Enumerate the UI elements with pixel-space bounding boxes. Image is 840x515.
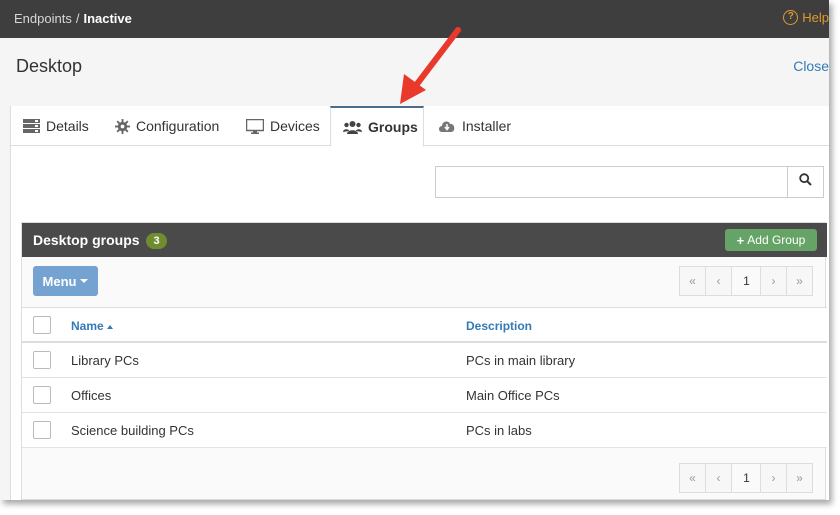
tab-panel: Details Configuration Devices Groups Ins… <box>10 106 829 500</box>
next-page-button[interactable]: › <box>760 463 787 493</box>
menu-button[interactable]: Menu <box>33 266 98 296</box>
tab-details[interactable]: Details <box>11 106 101 146</box>
tab-bar: Details Configuration Devices Groups Ins… <box>11 106 829 147</box>
search-field[interactable] <box>436 167 787 197</box>
groups-panel: Desktop groups 3 + Add Group Menu « ‹ 1 … <box>21 222 827 500</box>
group-name: Science building PCs <box>71 423 194 438</box>
group-description: PCs in labs <box>466 423 532 438</box>
add-group-button[interactable]: + Add Group <box>725 229 817 251</box>
tab-label: Groups <box>368 119 418 135</box>
first-page-button[interactable]: « <box>679 463 706 493</box>
server-icon <box>23 119 40 133</box>
select-all-checkbox[interactable] <box>33 316 51 334</box>
pagination-top: « ‹ 1 › » <box>679 266 813 296</box>
name-column-header[interactable]: Name <box>71 319 113 333</box>
first-page-button[interactable]: « <box>679 266 706 296</box>
row-checkbox[interactable] <box>33 386 51 404</box>
help-label: Help <box>802 10 829 25</box>
row-checkbox[interactable] <box>33 351 51 369</box>
prev-page-button[interactable]: ‹ <box>705 266 732 296</box>
tab-label: Details <box>46 118 89 134</box>
page-number[interactable]: 1 <box>732 463 761 493</box>
tab-groups[interactable]: Groups <box>330 106 424 147</box>
groups-title: Desktop groups <box>33 232 140 248</box>
name-header-label: Name <box>71 319 104 333</box>
tab-label: Configuration <box>136 118 220 134</box>
row-checkbox[interactable] <box>33 421 51 439</box>
cloud-download-icon <box>438 119 456 133</box>
sort-asc-icon <box>106 324 113 329</box>
gear-icon <box>115 118 130 134</box>
next-page-button[interactable]: › <box>760 266 787 296</box>
last-page-button[interactable]: » <box>786 463 813 493</box>
table-header: Name Description <box>22 307 827 343</box>
table-row[interactable]: Library PCs PCs in main library <box>22 343 827 378</box>
menu-label: Menu <box>42 273 77 289</box>
groups-header: Desktop groups 3 + Add Group <box>22 223 827 257</box>
search-input[interactable] <box>435 166 788 198</box>
tab-devices[interactable]: Devices <box>234 106 332 146</box>
add-group-label: Add Group <box>747 233 806 247</box>
prev-page-button[interactable]: ‹ <box>705 463 732 493</box>
group-description: Main Office PCs <box>466 388 560 403</box>
pagination-bottom: « ‹ 1 › » <box>679 463 813 493</box>
count-badge: 3 <box>146 233 167 249</box>
tab-label: Devices <box>270 118 320 134</box>
search-icon <box>799 173 812 191</box>
caret-down-icon <box>80 279 89 283</box>
groups-table: Name Description Library PCs PCs in main… <box>22 307 827 448</box>
app-window: Endpoints / Inactive ? Help Desktop Close … <box>0 0 829 500</box>
tab-configuration[interactable]: Configuration <box>103 106 231 146</box>
help-link[interactable]: ? Help <box>783 10 829 25</box>
group-name: Library PCs <box>71 353 139 368</box>
description-column-header[interactable]: Description <box>466 319 532 333</box>
group-description: PCs in main library <box>466 353 576 368</box>
top-bar: Endpoints / Inactive ? Help <box>0 0 829 38</box>
question-circle-icon: ? <box>783 10 799 25</box>
close-link[interactable]: Close <box>793 58 829 74</box>
tab-installer[interactable]: Installer <box>426 106 523 146</box>
table-row[interactable]: Offices Main Office PCs <box>22 378 827 413</box>
breadcrumb-parent[interactable]: Endpoints <box>14 11 72 26</box>
group-name: Offices <box>71 388 112 403</box>
monitor-icon <box>246 118 264 134</box>
breadcrumb-current: Inactive <box>83 11 132 26</box>
tab-label: Installer <box>462 118 512 134</box>
page-number[interactable]: 1 <box>732 266 761 296</box>
breadcrumb-separator: / <box>75 11 80 26</box>
breadcrumb: Endpoints / Inactive <box>14 11 132 26</box>
table-row[interactable]: Science building PCs PCs in labs <box>22 413 827 448</box>
page-title: Desktop <box>16 56 83 76</box>
users-icon <box>343 120 362 134</box>
plus-icon: + <box>736 232 745 248</box>
search-button[interactable] <box>787 166 824 198</box>
last-page-button[interactable]: » <box>786 266 813 296</box>
